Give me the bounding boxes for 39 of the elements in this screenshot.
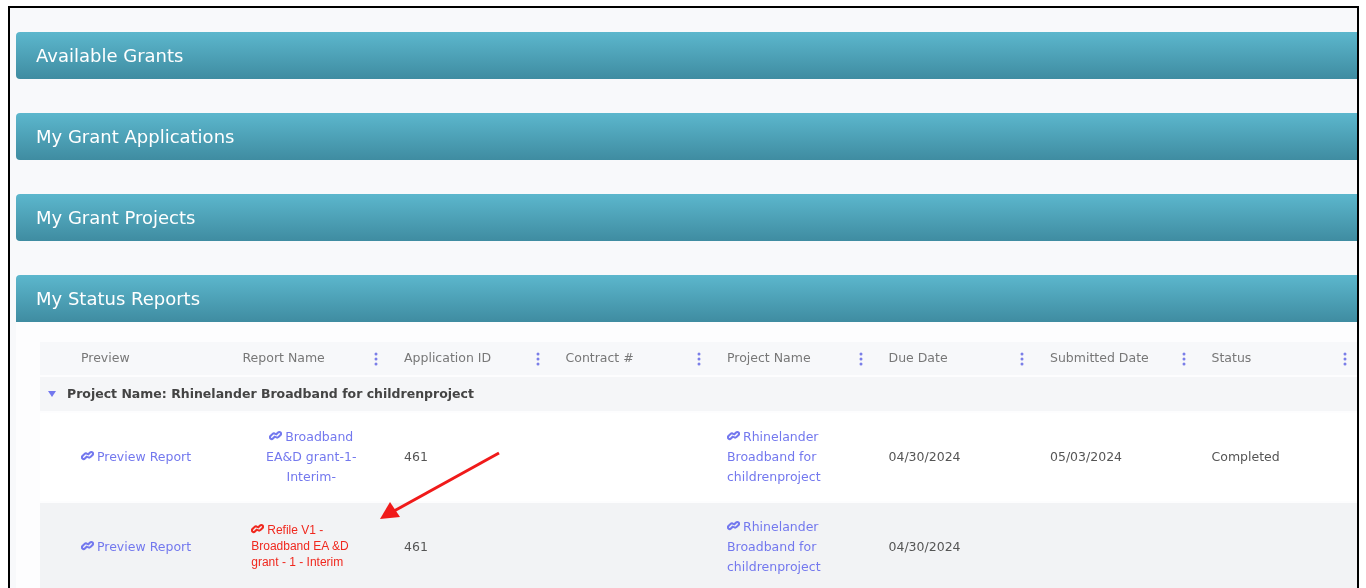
table-cell: 461 (404, 448, 428, 464)
column-header: Preview (81, 349, 130, 368)
project-name-link[interactable]: Rhinelander Broadband for childrenproject (727, 427, 837, 487)
report-name-link[interactable]: Refile V1 - Broadband EA &D grant - 1 - Interim (251, 521, 372, 571)
panel-header[interactable]: My Grant Applications (16, 113, 1357, 160)
kebab-menu-icon[interactable] (858, 351, 863, 366)
expand-caret-icon[interactable] (48, 391, 56, 397)
link-icon (269, 429, 283, 442)
column-header: Contract # (565, 349, 634, 368)
table-cell: 04/30/2024 (888, 448, 961, 464)
link-icon (727, 429, 740, 442)
report-name-link[interactable]: Broadband EA&D grant-1-Interim- (255, 427, 368, 487)
column-header: Report Name (242, 349, 325, 368)
column-header: Project Name (727, 349, 811, 368)
column-header: Application ID (404, 349, 492, 368)
kebab-menu-icon[interactable] (1020, 351, 1024, 366)
kebab-menu-icon[interactable] (697, 351, 701, 366)
table-cell: 05/03/2024 (1050, 448, 1123, 464)
panel-header[interactable]: My Status Reports (16, 275, 1357, 322)
kebab-menu-icon[interactable] (1181, 351, 1186, 366)
panel-header[interactable]: Available Grants (16, 32, 1357, 79)
link-icon (727, 519, 740, 532)
kebab-menu-icon[interactable] (374, 351, 378, 366)
kebab-menu-icon[interactable] (1343, 351, 1347, 366)
preview-link[interactable]: Preview Report (81, 448, 192, 464)
group-label: Project Name: Rhinelander Broadband for childrenproject (67, 384, 474, 403)
project-name-link[interactable]: Rhinelander Broadband for childrenproject (727, 517, 837, 577)
table-cell: 04/30/2024 (888, 538, 961, 554)
link-icon (251, 521, 265, 535)
link-icon (81, 538, 94, 552)
table-cell: 461 (404, 538, 428, 554)
panel-header[interactable]: My Grant Projects (16, 194, 1357, 241)
preview-link[interactable]: Preview Report (81, 538, 192, 554)
column-header: Status (1211, 349, 1252, 368)
table-cell: Completed (1211, 448, 1280, 464)
link-icon (81, 448, 94, 462)
column-header: Submitted Date (1050, 349, 1149, 368)
kebab-menu-icon[interactable] (535, 351, 540, 366)
column-header: Due Date (888, 349, 948, 368)
